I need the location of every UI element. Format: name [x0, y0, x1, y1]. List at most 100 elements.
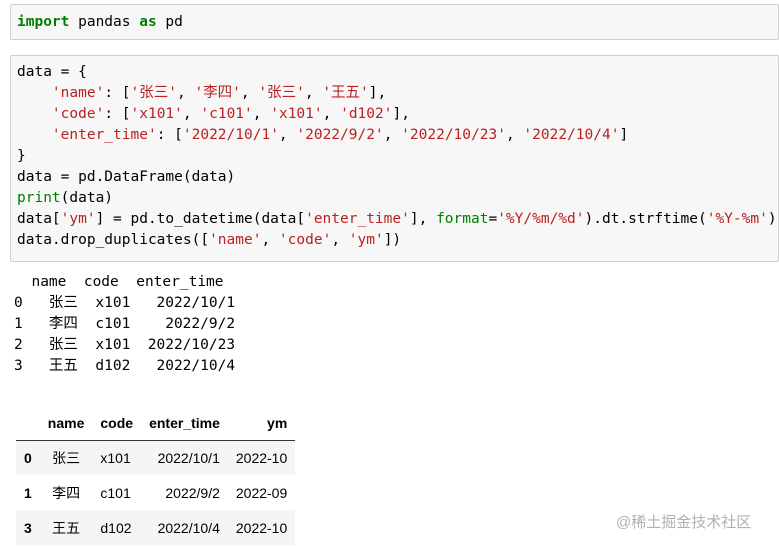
column-header: name — [39, 406, 93, 441]
code-token: (data) — [60, 190, 114, 206]
cell-enter-time: 2022/10/4 — [157, 519, 220, 536]
code-line: 'code': ['x101', 'c101', 'x101', 'd102']… — [17, 104, 778, 125]
code-token: data.drop_duplicates([ — [17, 232, 210, 248]
dataframe-output-table: name code enter_time ym 0 张三 x101 2022/1… — [16, 406, 296, 545]
code-token: 'c101' — [200, 106, 253, 122]
code-line: import pandas as pd — [17, 12, 778, 33]
code-token: 'x101' — [130, 106, 183, 122]
code-token: '%Y-%m' — [706, 211, 768, 227]
code-token: '2022/10/23' — [401, 127, 506, 143]
code-token: print — [17, 190, 61, 206]
code-token: , — [304, 85, 323, 101]
output-line: 0 张三 x101 2022/10/1 — [14, 295, 236, 311]
code-token: data = pd.DataFrame(data) — [17, 169, 236, 185]
code-line: data['ym'] = pd.to_datetime(data['enter_… — [17, 209, 778, 230]
code-token: , — [331, 232, 349, 248]
row-index: 1 — [24, 484, 32, 501]
code-line: data = pd.DataFrame(data) — [17, 167, 778, 188]
code-token: as — [139, 14, 157, 30]
output-line: 2 张三 x101 2022/10/23 — [14, 337, 236, 353]
table-header-row: name code enter_time ym — [16, 406, 296, 441]
code-token: , — [322, 106, 341, 122]
cell-code: c101 — [100, 484, 131, 501]
column-header: ym — [227, 406, 296, 441]
code-token: , — [252, 106, 271, 122]
code-token: = — [488, 211, 498, 227]
code-token: '2022/10/4' — [523, 127, 620, 143]
code-token: format — [436, 211, 489, 227]
code-token: , — [261, 232, 279, 248]
code-token: pandas — [69, 14, 140, 30]
row-index: 3 — [24, 519, 32, 536]
code-token: ]) — [383, 232, 402, 248]
watermark: @稀土掘金技术社区 — [616, 514, 752, 531]
print-output: name code enter_time 0 张三 x101 2022/10/1 1… — [14, 272, 235, 377]
code-token: , — [383, 127, 402, 143]
column-header: code — [92, 406, 142, 441]
table-row: 3 王五 d102 2022/10/4 2022-10 — [16, 510, 296, 545]
cell-ym: 2022-09 — [235, 484, 288, 501]
code-token: ], — [409, 211, 437, 227]
code-token: 'enter_time' — [51, 127, 157, 143]
code-token: '%Y/%m/%d' — [497, 211, 585, 227]
cell-code: d102 — [100, 519, 132, 536]
code-token: '2022/10/1' — [182, 127, 279, 143]
cell-name: 李四 — [52, 484, 81, 501]
code-token: data = { — [17, 64, 87, 80]
code-token: 'code' — [278, 232, 332, 248]
code-token: ], — [368, 85, 387, 101]
code-token: 'd102' — [340, 106, 393, 122]
code-token: ] — [619, 127, 629, 143]
code-token: ) — [767, 211, 777, 227]
code-token: , — [176, 85, 195, 101]
cell-ym: 2022-10 — [235, 449, 288, 466]
code-token: , — [240, 85, 259, 101]
row-index: 0 — [24, 449, 32, 466]
cell-name: 张三 — [52, 449, 81, 466]
code-cell-dataframe[interactable]: data = { 'name': ['张三', '李四', '张三', '王五'… — [10, 55, 779, 262]
table-row: 1 李四 c101 2022/9/2 2022-09 — [16, 475, 295, 510]
output-line: name code enter_time — [14, 274, 224, 290]
code-token: : [ — [156, 127, 183, 143]
table-row: 0 张三 x101 2022/10/1 2022-10 — [16, 440, 296, 475]
code-line: 'enter_time': ['2022/10/1', '2022/9/2', … — [17, 125, 778, 146]
code-token: 'name' — [51, 85, 105, 101]
code-token: 'x101' — [270, 106, 323, 122]
code-token: 'ym' — [348, 232, 384, 248]
cell-enter-time: 2022/10/1 — [157, 449, 220, 466]
code-token: ], — [392, 106, 410, 122]
code-cell-import[interactable]: import pandas as pd — [10, 4, 779, 40]
code-token: '张三' — [258, 85, 305, 101]
cell-ym: 2022-10 — [235, 519, 288, 536]
code-token: 'name' — [209, 232, 262, 248]
code-line: } — [17, 146, 778, 167]
code-token: '2022/9/2' — [296, 127, 384, 143]
code-token: 'enter_time' — [305, 211, 410, 227]
code-token: : [ — [104, 106, 131, 122]
code-token: 'code' — [51, 106, 105, 122]
code-token: ] = pd.to_datetime(data[ — [95, 211, 306, 227]
code-line: data.drop_duplicates(['name', 'code', 'y… — [17, 230, 778, 251]
cell-enter-time: 2022/9/2 — [165, 484, 220, 501]
code-token: '李四' — [194, 85, 241, 101]
code-token: } — [17, 148, 26, 164]
code-token: ).dt.strftime( — [584, 211, 707, 227]
code-token: 'ym' — [60, 211, 96, 227]
column-header: enter_time — [141, 406, 228, 441]
code-token: data[ — [17, 211, 61, 227]
code-token: pd — [156, 14, 183, 30]
code-line: print(data) — [17, 188, 778, 209]
code-line: 'name': ['张三', '李四', '张三', '王五'], — [17, 83, 778, 104]
output-line: 1 李四 c101 2022/9/2 — [14, 316, 236, 332]
code-token: , — [182, 106, 201, 122]
code-token: , — [278, 127, 297, 143]
code-token: '王五' — [322, 85, 369, 101]
cell-name: 王五 — [52, 519, 81, 536]
cell-code: x101 — [100, 449, 131, 466]
index-header — [16, 406, 40, 441]
code-token: import — [17, 14, 70, 30]
code-token: , — [505, 127, 524, 143]
